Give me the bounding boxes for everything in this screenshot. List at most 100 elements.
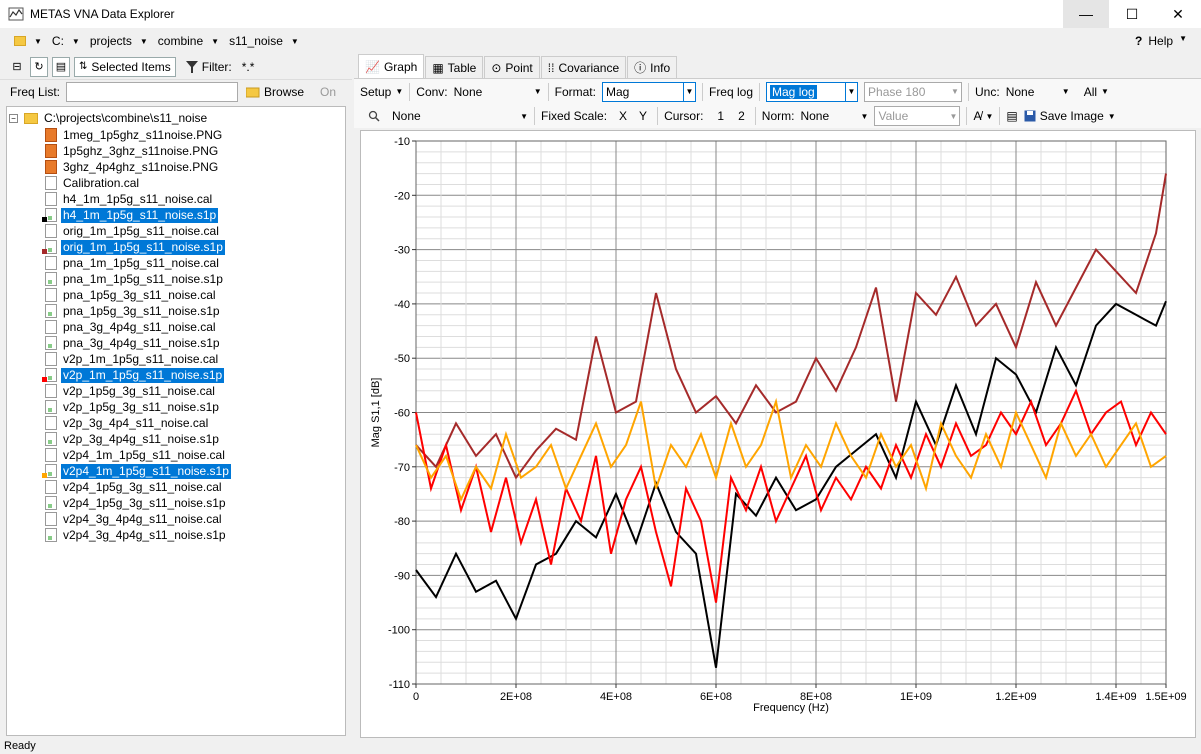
tree-file-label: h4_1m_1p5g_s11_noise.cal: [63, 191, 213, 206]
conv-dropdown[interactable]: None ▼: [454, 85, 542, 99]
tree-file-item[interactable]: pna_3g_4p4g_s11_noise.s1p: [45, 335, 222, 351]
x-tick-label: 1E+09: [900, 691, 932, 703]
tree-file-item[interactable]: pna_1p5g_3g_s11_noise.cal: [45, 287, 218, 303]
list-icon[interactable]: ▤: [1006, 109, 1017, 123]
app-icon: [8, 7, 24, 21]
tab-info[interactable]: ⓘ Info: [627, 56, 678, 78]
fixed-scale-x-toggle[interactable]: X: [619, 109, 627, 123]
tree-file-item[interactable]: v2p_3g_4p4_s11_noise.cal: [45, 415, 210, 431]
unc-dropdown[interactable]: None ▼: [1006, 85, 1070, 99]
covariance-icon: ⁞⁞: [547, 60, 555, 75]
chevron-down-icon[interactable]: ▼: [291, 37, 299, 46]
phase-select[interactable]: Phase 180 ▼: [864, 81, 963, 102]
y-tick-label: -100: [388, 625, 410, 637]
file-icon: [45, 480, 57, 494]
tree-file-item[interactable]: v2p_1p5g_3g_s11_noise.cal: [45, 383, 217, 399]
zoom-dropdown[interactable]: None ▼: [392, 109, 528, 123]
minimize-button[interactable]: —: [1063, 0, 1109, 28]
tree-file-label: v2p4_1m_1p5g_s11_noise.cal: [63, 447, 225, 462]
tree-file-item[interactable]: v2p_3g_4p4g_s11_noise.s1p: [45, 431, 221, 447]
tree-file-item[interactable]: orig_1m_1p5g_s11_noise.cal: [45, 223, 221, 239]
chevron-down-icon[interactable]: ▼: [72, 37, 80, 46]
cursor-1-toggle[interactable]: 1: [717, 109, 724, 123]
freq-log-toggle[interactable]: Freq log: [709, 85, 753, 99]
tree-file-item[interactable]: v2p_1m_1p5g_s11_noise.cal: [45, 351, 220, 367]
refresh-button[interactable]: ↻: [30, 56, 48, 77]
save-image-button[interactable]: Save Image ▼: [1024, 109, 1116, 123]
folder-icon: [24, 112, 38, 124]
tree-file-item[interactable]: v2p4_1p5g_3g_s11_noise.s1p: [45, 495, 228, 511]
tree-file-item[interactable]: v2p_1p5g_3g_s11_noise.s1p: [45, 399, 221, 415]
collapse-all-button[interactable]: ⊟: [8, 57, 26, 77]
tree-file-label: pna_3g_4p4g_s11_noise.cal: [63, 319, 216, 334]
file-icon: [45, 192, 57, 206]
tab-covariance[interactable]: ⁞⁞ Covariance: [540, 56, 627, 78]
chevron-down-icon: ▼: [1107, 111, 1116, 121]
filter-control[interactable]: Filter: *.*: [185, 60, 255, 74]
breadcrumb-item[interactable]: projects ▼: [90, 34, 148, 48]
breadcrumb-item[interactable]: s11_noise ▼: [229, 34, 299, 48]
file-icon: [45, 352, 57, 366]
tab-graph[interactable]: 📈 Graph: [358, 54, 425, 78]
tree-file-item[interactable]: 1meg_1p5ghz_s11noise.PNG: [45, 127, 224, 143]
tree-file-item[interactable]: v2p_1m_1p5g_s11_noise.s1p: [42, 367, 225, 383]
tree-file-item[interactable]: h4_1m_1p5g_s11_noise.s1p: [42, 207, 219, 223]
freq-list-input[interactable]: [66, 82, 239, 102]
format-select[interactable]: Mag ▼: [601, 81, 696, 102]
selected-items-label: Selected Items: [91, 59, 171, 74]
close-button[interactable]: ✕: [1155, 0, 1201, 28]
tree-file-item[interactable]: pna_3g_4p4g_s11_noise.cal: [45, 319, 218, 335]
table-icon: ▦: [432, 60, 444, 75]
help-menu[interactable]: ? Help ▼: [1135, 34, 1187, 48]
tree-file-label: orig_1m_1p5g_s11_noise.cal: [63, 223, 219, 238]
tree-file-item[interactable]: v2p4_1p5g_3g_s11_noise.cal: [45, 479, 224, 495]
file-icon: [45, 224, 57, 238]
tree-file-item[interactable]: pna_1p5g_3g_s11_noise.s1p: [45, 303, 222, 319]
select-view-button[interactable]: ▤: [52, 56, 70, 77]
fixed-scale-y-toggle[interactable]: Y: [639, 109, 647, 123]
maximize-button[interactable]: ☐: [1109, 0, 1155, 28]
tree-file-item[interactable]: 3ghz_4p4ghz_s11noise.PNG: [45, 159, 220, 175]
file-icon: [45, 416, 57, 430]
tree-file-item[interactable]: 1p5ghz_3ghz_s11noise.PNG: [45, 143, 220, 159]
y-tick-label: -10: [394, 136, 410, 148]
tree-file-label: pna_3g_4p4g_s11_noise.s1p: [63, 335, 220, 350]
tree-file-item[interactable]: pna_1m_1p5g_s11_noise.s1p: [45, 271, 225, 287]
breadcrumb-item[interactable]: C: ▼: [52, 34, 80, 48]
tree-file-item[interactable]: v2p4_1m_1p5g_s11_noise.s1p: [42, 463, 231, 479]
setup-menu[interactable]: Setup ▼: [360, 85, 403, 99]
tree-root[interactable]: − C:\projects\combine\s11_noise: [9, 111, 207, 125]
tree-file-item[interactable]: pna_1m_1p5g_s11_noise.cal: [45, 255, 221, 271]
selected-items-button[interactable]: ⇅ Selected Items: [74, 56, 176, 77]
status-bar: Ready: [0, 740, 1201, 754]
breadcrumb-item[interactable]: combine ▼: [158, 34, 219, 48]
filter-icon: [185, 60, 198, 73]
tree-file-item[interactable]: v2p4_3g_4p4g_s11_noise.s1p: [45, 527, 228, 543]
on-toggle[interactable]: On: [320, 85, 336, 99]
tree-file-item[interactable]: v2p4_3g_4p4g_s11_noise.cal: [45, 511, 224, 527]
norm-dropdown[interactable]: None ▼: [800, 109, 868, 123]
file-tree[interactable]: − C:\projects\combine\s11_noise 1meg_1p5…: [6, 106, 346, 736]
tab-point[interactable]: ⊙ Point: [484, 56, 540, 78]
tree-file-item[interactable]: Calibration.cal: [45, 175, 141, 191]
collapse-icon[interactable]: −: [9, 113, 18, 123]
filter-value[interactable]: *.*: [242, 60, 255, 74]
browse-button[interactable]: Browse: [246, 85, 304, 99]
font-size-dropdown[interactable]: A̸ ▼: [973, 109, 993, 123]
tab-table[interactable]: ▦ Table: [425, 56, 484, 78]
y-axis-label: Mag S1,1 [dB]: [370, 378, 382, 448]
chevron-down-icon[interactable]: ▼: [211, 37, 219, 46]
cursor-2-toggle[interactable]: 2: [738, 109, 745, 123]
tree-file-label: h4_1m_1p5g_s11_noise.s1p: [61, 207, 219, 223]
tree-file-item[interactable]: orig_1m_1p5g_s11_noise.s1p: [42, 239, 225, 255]
tree-file-item[interactable]: h4_1m_1p5g_s11_noise.cal: [45, 191, 214, 207]
mag-log-select[interactable]: Mag log ▼: [766, 81, 859, 102]
tree-file-item[interactable]: v2p4_1m_1p5g_s11_noise.cal: [45, 447, 227, 463]
sort-icon: ⇅: [79, 61, 88, 72]
file-icon: [45, 432, 57, 446]
s11-magnitude-chart[interactable]: 0 2E+08 4E+08 6E+08 8E+08 1E+09 1.2E+09 1.4E+09…: [361, 131, 1195, 737]
norm-value-select[interactable]: Value ▼: [874, 106, 961, 126]
chevron-down-icon[interactable]: ▼: [140, 37, 148, 46]
all-dropdown[interactable]: All ▼: [1084, 85, 1109, 99]
chevron-down-icon[interactable]: ▼: [34, 37, 42, 46]
